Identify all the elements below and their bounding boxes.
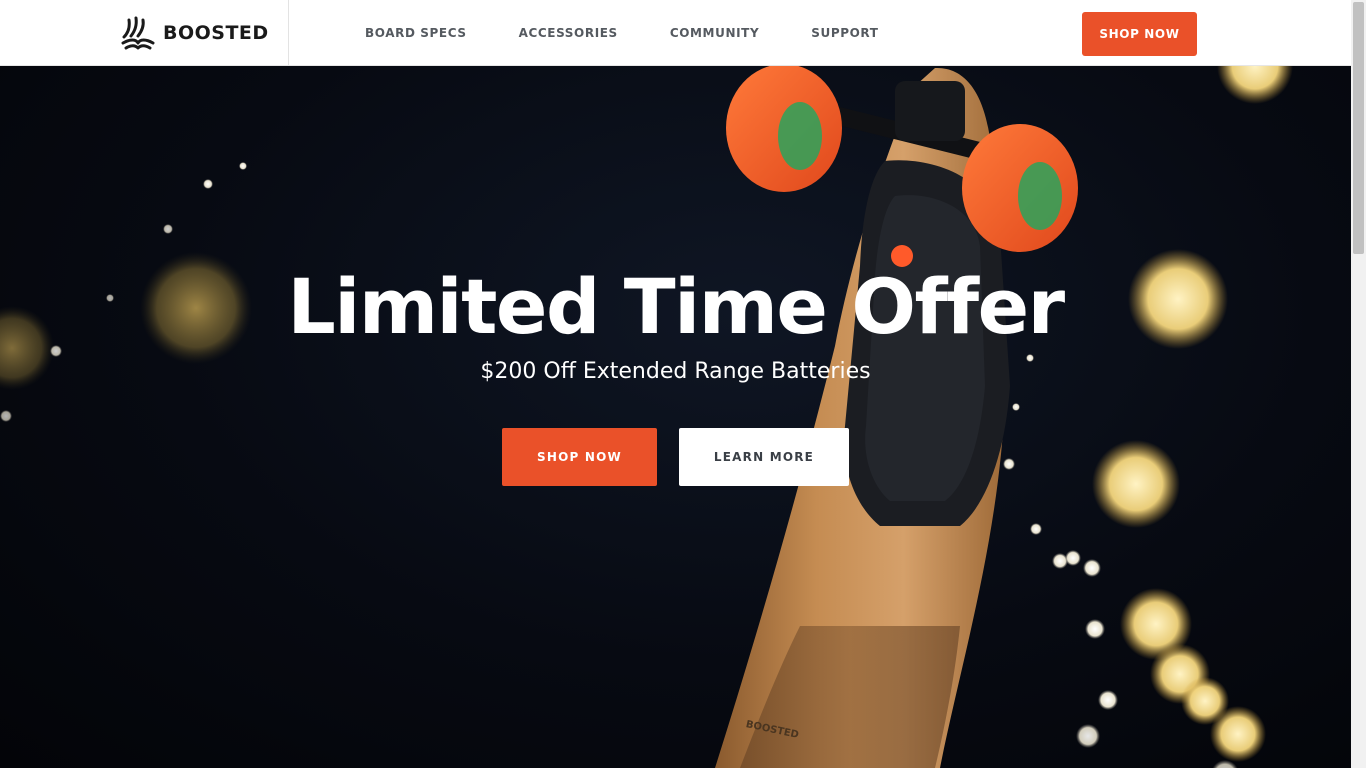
site-header: BOOSTED BOARD SPECS ACCESSORIES COMMUNIT… <box>0 0 1351 66</box>
hero-title: Limited Time Offer <box>287 262 1065 351</box>
hero-content: Limited Time Offer $200 Off Extended Ran… <box>0 66 1351 768</box>
brand-name: BOOSTED <box>163 22 269 44</box>
nav-accessories[interactable]: ACCESSORIES <box>519 26 618 40</box>
main-nav: BOARD SPECS ACCESSORIES COMMUNITY SUPPOR… <box>365 0 931 65</box>
header-divider <box>288 0 289 65</box>
scrollbar-thumb[interactable] <box>1353 2 1364 254</box>
hero-subtitle: $200 Off Extended Range Batteries <box>480 359 871 384</box>
header-shop-now-button[interactable]: SHOP NOW <box>1082 12 1197 56</box>
nav-board-specs[interactable]: BOARD SPECS <box>365 26 467 40</box>
hero-learn-more-button[interactable]: LEARN MORE <box>679 428 849 486</box>
page-scrollbar[interactable] <box>1351 0 1366 768</box>
brand-logo-link[interactable]: BOOSTED <box>120 15 269 51</box>
nav-community[interactable]: COMMUNITY <box>670 26 759 40</box>
hero-shop-now-button[interactable]: SHOP NOW <box>502 428 657 486</box>
boosted-logo-icon <box>121 16 155 50</box>
nav-support[interactable]: SUPPORT <box>811 26 878 40</box>
hero-section: BOOSTED Limited Time Offer $200 Off Exte… <box>0 66 1351 768</box>
